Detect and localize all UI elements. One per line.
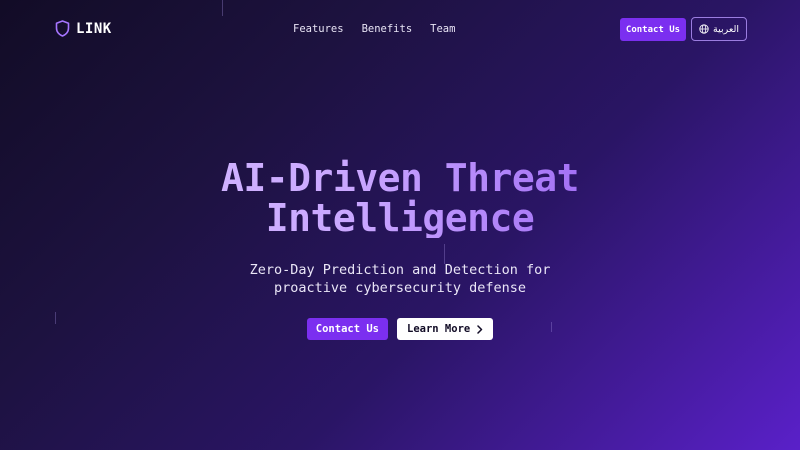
learn-more-label: Learn More bbox=[407, 323, 471, 335]
hero-contact-button[interactable]: Contact Us bbox=[306, 318, 388, 340]
navbar: LINK Features Benefits Team Contact Us ا… bbox=[0, 0, 800, 58]
nav-link-features[interactable]: Features bbox=[293, 23, 344, 35]
shield-icon bbox=[55, 20, 70, 37]
hero-subtitle-line2: proactive cybersecurity defense bbox=[274, 280, 526, 296]
chevron-right-icon bbox=[477, 324, 483, 334]
nav-link-team[interactable]: Team bbox=[430, 23, 455, 35]
language-label: العربية bbox=[713, 23, 739, 35]
nav-links: Features Benefits Team bbox=[293, 23, 455, 35]
brand-logo[interactable]: LINK bbox=[55, 20, 112, 37]
nav-contact-button[interactable]: Contact Us bbox=[620, 18, 686, 41]
hero-buttons: Contact Us Learn More bbox=[0, 318, 800, 340]
hero-title-line1: AI-Driven Threat bbox=[220, 156, 580, 200]
brand-name: LINK bbox=[76, 20, 112, 37]
learn-more-button[interactable]: Learn More bbox=[397, 318, 494, 340]
language-switch-button[interactable]: العربية bbox=[691, 17, 747, 41]
hero-subtitle-line1: Zero-Day Prediction and Detection for bbox=[249, 262, 551, 278]
globe-icon bbox=[699, 24, 709, 34]
nav-link-benefits[interactable]: Benefits bbox=[362, 23, 413, 35]
hero-subtitle: Zero-Day Prediction and Detection for pr… bbox=[200, 261, 600, 297]
hero-title: AI-Driven Threat Intelligence bbox=[0, 158, 800, 238]
hero-title-line2: Intelligence bbox=[265, 196, 535, 240]
